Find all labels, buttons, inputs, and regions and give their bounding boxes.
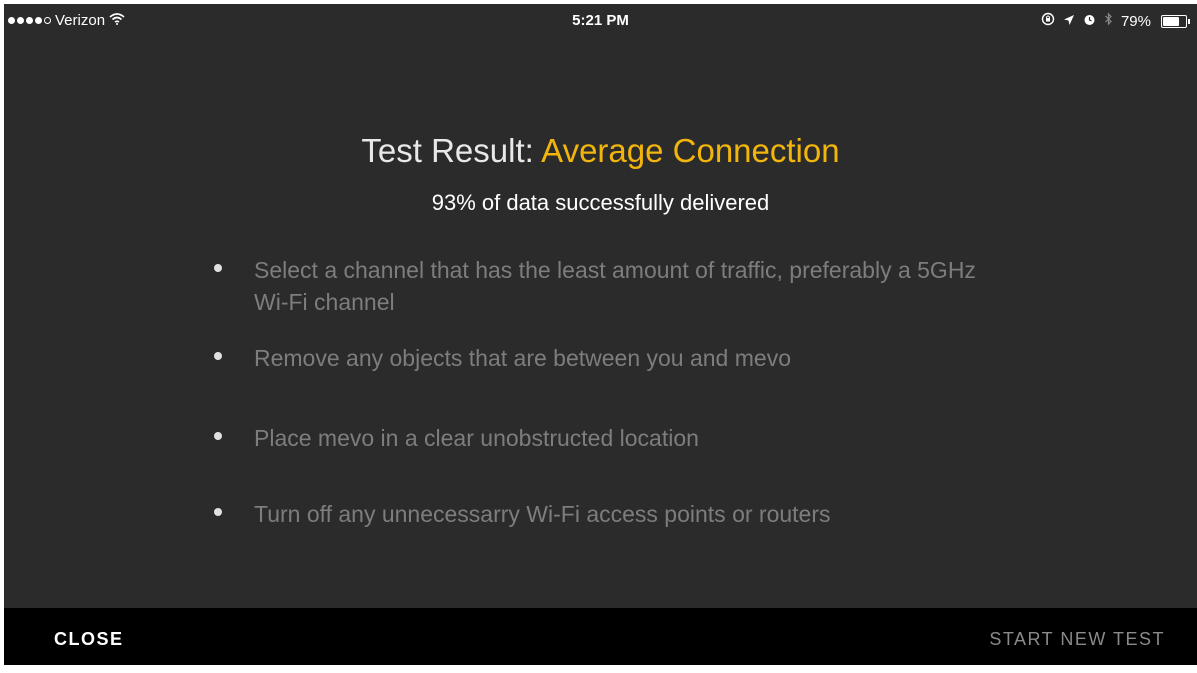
test-result-label: Test Result:	[361, 132, 534, 169]
delivery-rate: 93% of data successfully delivered	[431, 190, 770, 215]
start-new-test-button[interactable]: START NEW TEST	[989, 629, 1165, 650]
status-time: 5:21 PM	[572, 12, 629, 29]
tip-text: Select a channel that has the least amou…	[254, 257, 976, 315]
battery-icon	[1161, 14, 1190, 28]
alarm-icon	[1083, 13, 1096, 30]
bullet-icon	[214, 508, 222, 516]
test-result-title: Test Result: Average Connection	[4, 132, 1197, 170]
tip-item: Select a channel that has the least amou…	[210, 254, 1014, 318]
action-bar: CLOSE START NEW TEST	[4, 608, 1197, 665]
test-result-status: Average Connection	[541, 132, 840, 169]
tip-text: Place mevo in a clear unobstructed locat…	[254, 425, 699, 451]
bullet-icon	[214, 432, 222, 440]
battery-percentage: 79%	[1120, 12, 1151, 30]
status-right: 79%	[1041, 12, 1190, 30]
screen: Verizon 5:21 PM 79% Test Result: Average…	[4, 4, 1197, 665]
bullet-icon	[214, 352, 222, 360]
tip-text: Remove any objects that are between you …	[254, 345, 791, 371]
tip-text: Turn off any unnecessarry Wi-Fi access p…	[254, 501, 831, 527]
bullet-icon	[214, 264, 222, 272]
tip-item: Turn off any unnecessarry Wi-Fi access p…	[210, 498, 1014, 530]
location-icon	[1063, 13, 1075, 30]
bluetooth-icon	[1104, 12, 1113, 30]
tip-item: Remove any objects that are between you …	[210, 342, 1014, 374]
close-button[interactable]: CLOSE	[54, 629, 124, 650]
tip-item: Place mevo in a clear unobstructed locat…	[210, 422, 1014, 454]
status-bar: Verizon 5:21 PM 79%	[4, 4, 1197, 38]
orientation-lock-icon	[1041, 12, 1055, 30]
